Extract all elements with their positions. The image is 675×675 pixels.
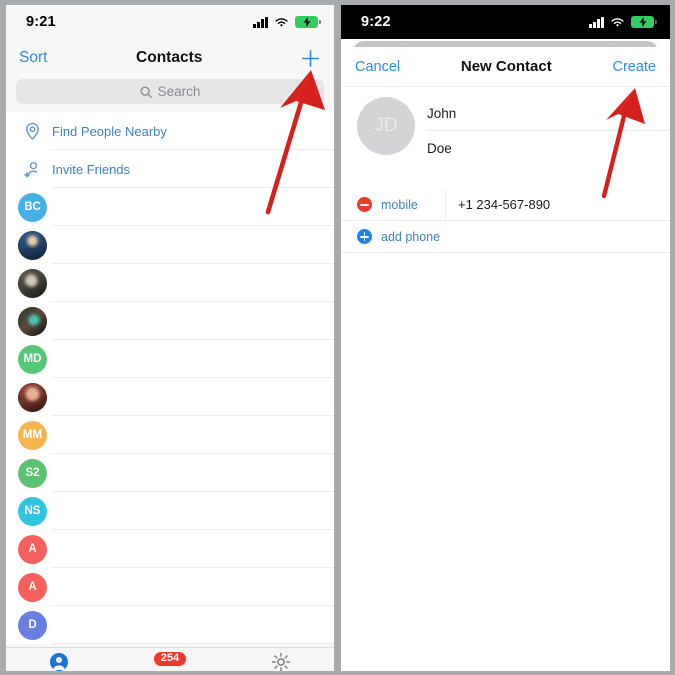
contact-name-redacted: [57, 507, 334, 515]
person-add-icon: [18, 160, 46, 179]
sheet-nav-bar: Cancel New Contact Create: [341, 47, 670, 87]
row-find-people-nearby[interactable]: Find People Nearby: [6, 112, 334, 150]
minus-circle-icon[interactable]: [357, 197, 372, 212]
search-input[interactable]: Search: [16, 79, 324, 104]
plus-icon: [302, 49, 319, 67]
list-item[interactable]: MD: [6, 340, 334, 378]
status-time: 9:22: [361, 14, 391, 30]
row-invite-friends[interactable]: Invite Friends: [6, 150, 334, 188]
search-placeholder: Search: [157, 84, 201, 99]
tab-contacts[interactable]: [49, 652, 69, 671]
list-item[interactable]: [6, 302, 334, 340]
search-container: Search: [6, 77, 334, 112]
list-item[interactable]: A: [6, 568, 334, 606]
avatar: MD: [18, 344, 47, 374]
phone-label[interactable]: mobile: [381, 198, 443, 212]
avatar: D: [18, 610, 47, 640]
gear-tab-icon: [272, 652, 291, 671]
add-phone-label[interactable]: add phone: [381, 230, 440, 244]
cancel-button[interactable]: Cancel: [355, 59, 400, 75]
phone-section: mobile +1 234-567-890 add phone: [341, 189, 670, 253]
sheet-title: New Contact: [460, 58, 552, 75]
cellular-bars-icon: [253, 16, 268, 28]
contacts-nav-bar: Sort Contacts: [6, 39, 334, 77]
contact-name-redacted: [57, 469, 334, 477]
avatar: NS: [18, 496, 47, 526]
contact-name-redacted: [57, 355, 334, 363]
list-item[interactable]: [6, 226, 334, 264]
avatar: [18, 382, 47, 412]
avatar: [18, 230, 47, 260]
search-icon: [140, 85, 152, 98]
cellular-bars-icon: [589, 16, 604, 28]
wifi-icon: [275, 17, 288, 26]
tab-settings[interactable]: [271, 652, 291, 671]
location-pin-icon: [18, 122, 46, 141]
avatar: [18, 268, 47, 298]
add-phone-row[interactable]: add phone: [341, 221, 670, 253]
contact-name-redacted: [57, 393, 334, 401]
status-icons: [253, 16, 321, 28]
list-item[interactable]: S2: [6, 454, 334, 492]
row-label: Find People Nearby: [52, 123, 167, 139]
new-contact-sheet: Cancel New Contact Create JD John Doe mo…: [341, 47, 670, 671]
list-item[interactable]: NS: [6, 492, 334, 530]
avatar: S2: [18, 458, 47, 488]
left-status-bar: 9:21: [6, 5, 334, 39]
phone-row[interactable]: mobile +1 234-567-890: [341, 189, 670, 221]
avatar[interactable]: JD: [357, 97, 415, 155]
avatar: BC: [18, 192, 47, 222]
status-icons: [589, 16, 657, 28]
contact-name-redacted: [57, 241, 334, 249]
divider: [445, 189, 446, 220]
add-contact-button[interactable]: [291, 48, 321, 69]
contact-name-redacted: [57, 203, 334, 211]
avatar: A: [18, 572, 47, 602]
avatar: MM: [18, 420, 47, 450]
contact-name-redacted: [57, 621, 334, 629]
list-item[interactable]: D: [6, 606, 334, 644]
contact-name-redacted: [57, 431, 334, 439]
contact-name-redacted: [57, 583, 334, 591]
last-name-field[interactable]: Doe: [427, 131, 670, 165]
list-item[interactable]: BC: [6, 188, 334, 226]
contacts-list: Find People Nearby Invite Friends BC MD …: [6, 112, 334, 644]
row-label: Invite Friends: [52, 161, 131, 177]
plus-circle-icon[interactable]: [357, 229, 372, 244]
wifi-icon: [611, 17, 624, 26]
unread-badge: 254: [153, 652, 187, 666]
phone-value[interactable]: +1 234-567-890: [458, 197, 550, 212]
battery-charging-icon: [295, 16, 321, 28]
battery-charging-icon: [631, 16, 657, 28]
name-section: JD John Doe: [341, 87, 670, 165]
avatar: [18, 306, 47, 336]
contact-name-redacted: [57, 317, 334, 325]
page-title: Contacts: [136, 49, 203, 66]
contact-name-redacted: [57, 545, 334, 553]
screenshot-root: 9:21 Sort Contacts Search Find People Ne…: [0, 0, 675, 675]
bottom-tab-bar: 254: [6, 647, 334, 671]
list-item[interactable]: [6, 264, 334, 302]
list-item[interactable]: MM: [6, 416, 334, 454]
right-status-bar: 9:22: [341, 5, 670, 39]
list-item[interactable]: A: [6, 530, 334, 568]
create-button[interactable]: Create: [612, 59, 656, 75]
contact-name-redacted: [57, 279, 334, 287]
list-item[interactable]: [6, 378, 334, 416]
contacts-list-panel: 9:21 Sort Contacts Search Find People Ne…: [6, 5, 334, 671]
contacts-tab-icon: [49, 653, 68, 671]
tab-chats[interactable]: 254: [153, 652, 187, 666]
sort-button[interactable]: Sort: [19, 49, 47, 67]
status-time: 9:21: [26, 14, 56, 30]
first-name-field[interactable]: John: [427, 97, 670, 131]
avatar: A: [18, 534, 47, 564]
new-contact-panel: 9:22 Cancel New Contact Create JD John D…: [341, 5, 670, 671]
name-fields: John Doe: [427, 97, 670, 165]
